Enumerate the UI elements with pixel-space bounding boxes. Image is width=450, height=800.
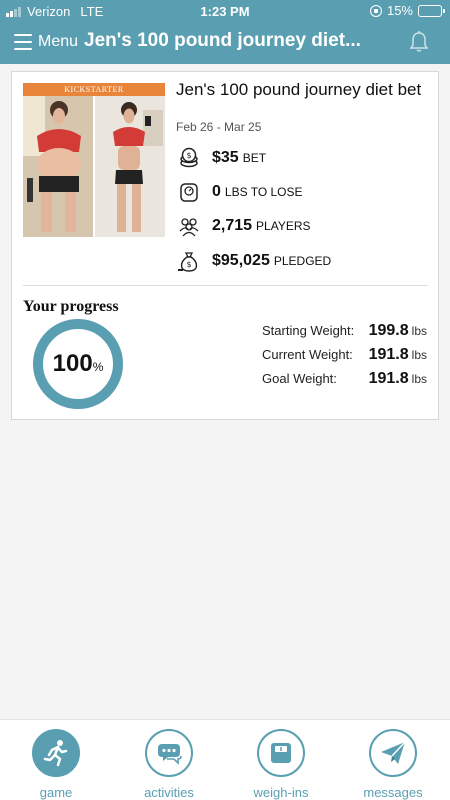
stat-lbs-value: 0 xyxy=(212,183,221,200)
before-photo xyxy=(23,96,93,237)
progress-percent: 100% xyxy=(32,350,124,378)
stat-lbs-unit: LBS TO LOSE xyxy=(224,185,303,199)
stat-lbs-to-lose: 0 LBS TO LOSE xyxy=(178,180,303,204)
weight-unit: lbs xyxy=(411,324,427,338)
weight-label: Goal Weight: xyxy=(262,371,337,386)
weight-value: 191.8 xyxy=(368,370,409,387)
tab-game[interactable]: game xyxy=(11,729,101,800)
status-right: 15% xyxy=(369,3,445,18)
after-photo xyxy=(95,96,165,237)
progress-label: Your progress xyxy=(23,298,119,315)
progress-percent-value: 100 xyxy=(52,350,93,377)
tab-messages[interactable]: messages xyxy=(348,729,438,800)
tab-weigh-ins-label: weigh-ins xyxy=(253,785,309,800)
battery-icon xyxy=(418,4,445,17)
stat-pledged-unit: PLEDGED xyxy=(273,254,332,268)
stat-bet-value: $35 xyxy=(212,149,239,166)
nav-bar: Menu Jen's 100 pound journey diet... xyxy=(0,26,450,60)
stat-bet: $ $35 BET xyxy=(178,146,266,170)
weights-table: Starting Weight: 199.8 lbs Current Weight… xyxy=(262,322,427,394)
weight-value: 191.8 xyxy=(368,346,409,363)
players-icon xyxy=(179,218,199,237)
weight-row-starting: Starting Weight: 199.8 lbs xyxy=(262,322,427,346)
app-header: Verizon LTE 1:23 PM 15% Menu Jen's 100 p… xyxy=(0,0,450,64)
stat-players: 2,715 PLAYERS xyxy=(178,214,311,238)
game-title: Jen's 100 pound journey diet bet xyxy=(176,80,422,99)
tab-activities[interactable]: activities xyxy=(124,729,214,800)
game-dates: Feb 26 - Mar 25 xyxy=(176,120,262,134)
chat-bubbles-icon xyxy=(158,744,182,765)
menu-button[interactable]: Menu xyxy=(38,33,78,51)
weight-label: Starting Weight: xyxy=(262,323,355,338)
progress-percent-sign: % xyxy=(92,360,104,374)
weight-row-goal: Goal Weight: 191.8 lbs xyxy=(262,370,427,394)
weight-unit: lbs xyxy=(411,372,427,386)
tab-activities-label: activities xyxy=(144,785,194,800)
page-title: Jen's 100 pound journey diet... xyxy=(84,30,361,51)
weight-value: 199.8 xyxy=(368,322,409,339)
scale-icon xyxy=(180,183,198,202)
photo-banner: KICKSTARTER xyxy=(23,83,165,96)
scale-icon xyxy=(271,743,291,763)
stat-players-unit: PLAYERS xyxy=(256,219,311,233)
card-divider xyxy=(23,285,428,286)
status-bar: Verizon LTE 1:23 PM 15% xyxy=(0,0,450,22)
paper-plane-icon xyxy=(381,741,406,764)
before-after-photo: KICKSTARTER xyxy=(23,83,165,237)
battery-percent: 15% xyxy=(386,3,413,18)
running-person-icon xyxy=(43,740,68,767)
svg-text:$: $ xyxy=(186,151,191,160)
hamburger-menu-icon[interactable] xyxy=(14,34,32,50)
weight-label: Current Weight: xyxy=(262,347,353,362)
stat-pledged: $ $95,025 PLEDGED xyxy=(178,249,331,273)
game-card[interactable]: KICKSTARTER Jen's 100 pound journey diet… xyxy=(11,71,439,420)
orientation-lock-icon xyxy=(369,4,382,17)
tab-weigh-ins[interactable]: weigh-ins xyxy=(236,729,326,800)
bottom-tab-bar: game activities weigh-ins messages xyxy=(0,719,450,800)
stat-bet-unit: BET xyxy=(242,151,267,165)
tab-game-label: game xyxy=(39,785,73,800)
stat-players-value: 2,715 xyxy=(212,217,253,234)
svg-text:$: $ xyxy=(186,260,191,269)
coin-stack-icon: $ xyxy=(180,147,198,168)
bell-icon[interactable] xyxy=(408,30,430,54)
stat-pledged-value: $95,025 xyxy=(212,252,270,269)
money-bag-icon: $ xyxy=(178,252,198,272)
weight-row-current: Current Weight: 191.8 lbs xyxy=(262,346,427,370)
tab-messages-label: messages xyxy=(363,785,423,800)
weight-unit: lbs xyxy=(411,348,427,362)
